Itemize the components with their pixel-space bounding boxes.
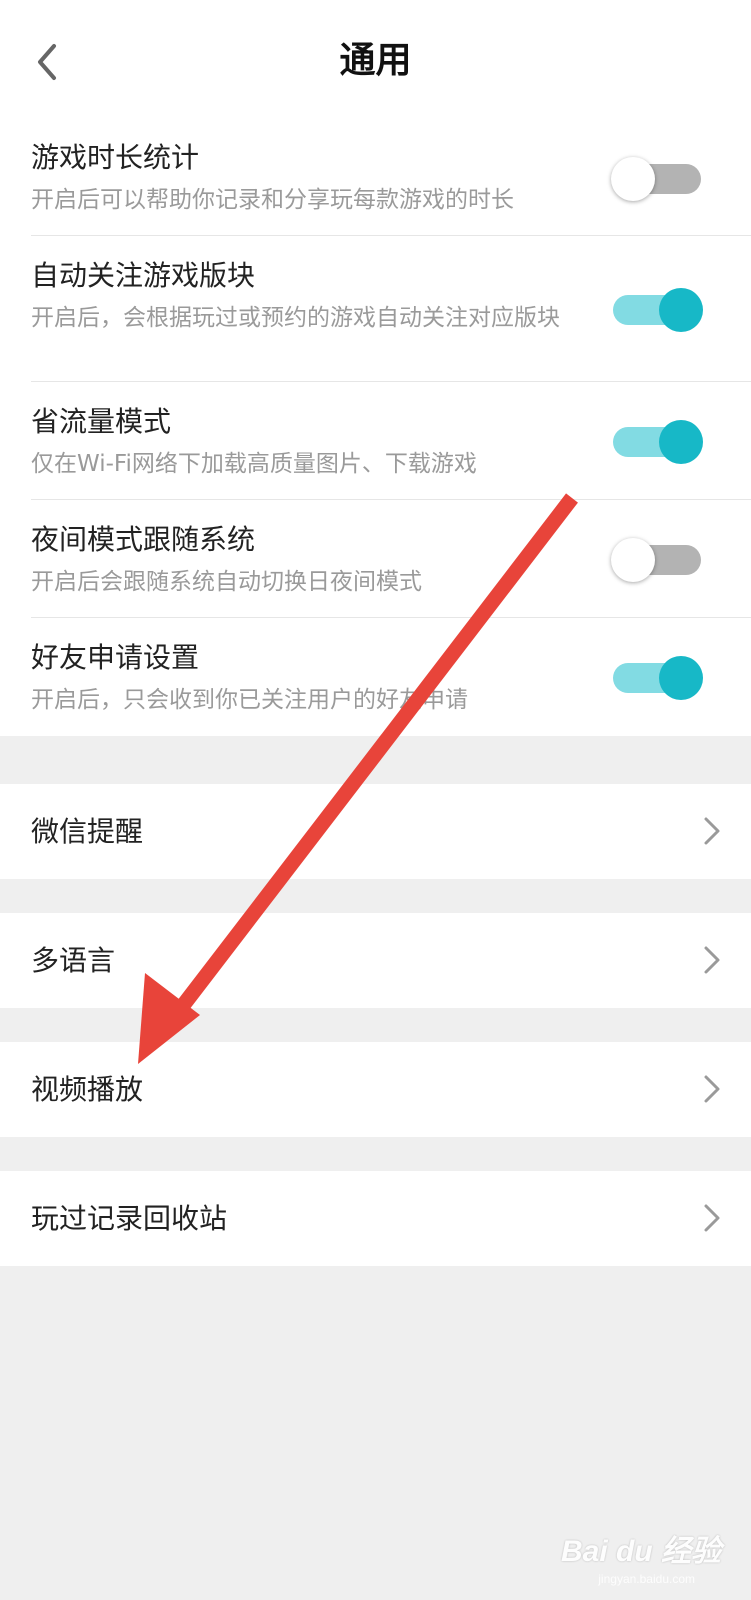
toggle-knob: [611, 538, 655, 582]
setting-description: 开启后，只会收到你已关注用户的好友申请: [31, 687, 468, 713]
toggle-settings-list: 游戏时长统计 开启后可以帮助你记录和分享玩每款游戏的时长 自动关注游戏版块 开启…: [0, 120, 751, 736]
setting-title: 夜间模式跟随系统: [31, 523, 256, 556]
chevron-right-icon: [704, 1075, 720, 1103]
menu-item-wechat-reminder[interactable]: 微信提醒: [0, 784, 751, 879]
menu-item-label: 视频播放: [31, 1073, 144, 1106]
setting-row-game-duration: 游戏时长统计 开启后可以帮助你记录和分享玩每款游戏的时长: [31, 120, 751, 236]
toggle-knob: [659, 656, 703, 700]
toggle-switch-friend-request[interactable]: [611, 652, 703, 702]
toggle-switch-data-saver[interactable]: [611, 416, 703, 466]
watermark-logo: Bai du 经验: [560, 1535, 721, 1568]
setting-row-night-mode: 夜间模式跟随系统 开启后会跟随系统自动切换日夜间模式: [31, 500, 751, 618]
setting-description: 开启后会跟随系统自动切换日夜间模式: [31, 569, 422, 595]
menu-item-label: 多语言: [31, 944, 116, 977]
setting-title: 省流量模式: [31, 405, 172, 438]
menu-item-language[interactable]: 多语言: [0, 913, 751, 1008]
chevron-right-icon: [704, 817, 720, 845]
menu-item-label: 玩过记录回收站: [31, 1202, 228, 1235]
chevron-right-icon: [704, 946, 720, 974]
setting-title: 好友申请设置: [31, 641, 200, 674]
toggle-switch-night-mode[interactable]: [611, 534, 703, 584]
toggle-knob: [659, 420, 703, 464]
menu-item-video-playback[interactable]: 视频播放: [0, 1042, 751, 1137]
toggle-knob: [659, 288, 703, 332]
page-title: 通用: [339, 40, 412, 81]
setting-description: 开启后，会根据玩过或预约的游戏自动关注对应版块: [31, 305, 560, 331]
setting-title: 游戏时长统计: [31, 141, 200, 174]
menu-item-play-history-bin[interactable]: 玩过记录回收站: [0, 1171, 751, 1266]
toggle-switch-auto-follow[interactable]: [611, 284, 703, 334]
setting-row-data-saver: 省流量模式 仅在Wi-Fi网络下加载高质量图片、下载游戏: [31, 382, 751, 500]
setting-description: 开启后可以帮助你记录和分享玩每款游戏的时长: [31, 187, 514, 213]
setting-description: 仅在Wi-Fi网络下加载高质量图片、下载游戏: [31, 451, 477, 477]
setting-row-auto-follow: 自动关注游戏版块 开启后，会根据玩过或预约的游戏自动关注对应版块: [31, 236, 751, 382]
menu-item-label: 微信提醒: [31, 815, 144, 848]
chevron-right-icon: [704, 1204, 720, 1232]
setting-title: 自动关注游戏版块: [31, 259, 256, 292]
watermark-url: jingyan.baidu.com: [598, 1572, 695, 1586]
setting-row-friend-request: 好友申请设置 开启后，只会收到你已关注用户的好友申请: [31, 618, 751, 736]
header-bar: 通用: [0, 0, 751, 120]
toggle-switch-game-duration[interactable]: [611, 153, 703, 203]
toggle-knob: [611, 157, 655, 201]
